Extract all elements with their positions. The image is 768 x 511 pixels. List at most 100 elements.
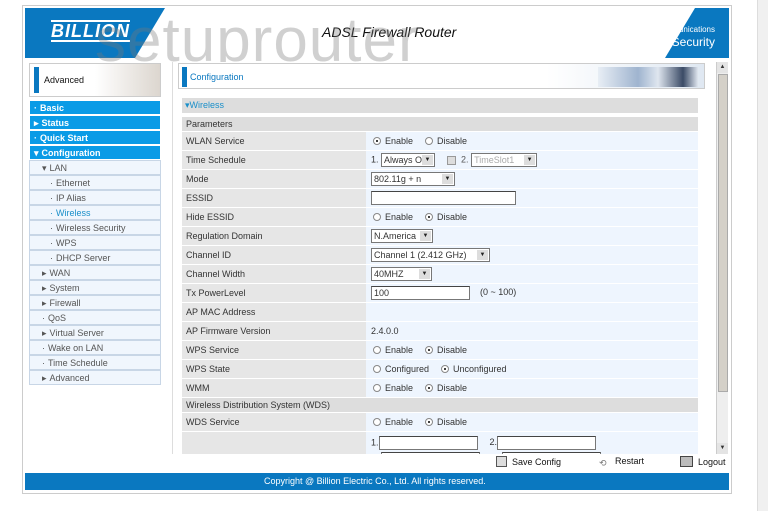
radio-disable[interactable]: Disable <box>423 345 467 355</box>
radio-icon[interactable] <box>425 137 434 145</box>
field-label: Channel Width <box>182 265 366 283</box>
sidebar-item-quick-start[interactable]: · Quick Start <box>29 130 161 145</box>
save-config-button[interactable]: Save Config <box>496 456 561 467</box>
dropdown[interactable]: 802.11g + n <box>371 172 455 186</box>
text-input[interactable] <box>502 452 601 454</box>
browser-scrollbar[interactable] <box>757 0 768 511</box>
field-value: Enable Disable <box>366 379 698 397</box>
content-scrollbar[interactable]: ▲ ▼ <box>716 62 728 454</box>
timeslot-checkbox[interactable] <box>447 155 457 165</box>
dropdown[interactable]: Always On <box>381 153 436 167</box>
nav-marker-icon: · <box>50 193 53 203</box>
field-value <box>366 303 698 321</box>
logout-door-icon <box>680 456 693 467</box>
sidebar-item-label: Wireless Security <box>56 223 126 233</box>
field-value: Configured Unconfigured <box>366 360 698 378</box>
sidebar-item-time-schedule[interactable]: · Time Schedule <box>29 355 161 370</box>
scroll-up-icon[interactable]: ▲ <box>717 62 728 73</box>
sidebar-item-label: WAN <box>49 268 71 278</box>
radio-icon[interactable] <box>441 365 450 373</box>
sidebar-item-configuration[interactable]: ▾ Configuration <box>29 145 161 160</box>
radio-disable[interactable]: Disable <box>423 417 467 427</box>
wireless-settings-table: Parameters WLAN Service Enable Disable Time … <box>182 116 698 454</box>
section-parameters: Parameters <box>182 117 698 131</box>
radio-enable[interactable]: Enable <box>371 383 413 393</box>
nav-marker-icon: · <box>34 133 37 143</box>
radio-icon[interactable] <box>373 365 381 373</box>
footer-copyright: Copyright @ Billion Electric Co., Ltd. A… <box>25 473 729 490</box>
radio-icon[interactable] <box>373 418 381 426</box>
sidebar-item-dhcp-server[interactable]: · DHCP Server <box>29 250 161 265</box>
radio-icon[interactable] <box>373 213 381 221</box>
sidebar-item-wan[interactable]: ▸ WAN <box>29 265 161 280</box>
radio-icon[interactable] <box>425 418 434 426</box>
radio-enable[interactable]: Enable <box>371 212 413 222</box>
row-wps-service: WPS Service Enable Disable <box>182 341 698 359</box>
sidebar-item-wake-on-lan[interactable]: · Wake on LAN <box>29 340 161 355</box>
radio-enable[interactable]: Enable <box>371 345 413 355</box>
radio-disable[interactable]: Disable <box>423 383 467 393</box>
scroll-down-icon[interactable]: ▼ <box>717 443 728 454</box>
radio-icon[interactable] <box>373 384 381 392</box>
radio-icon[interactable] <box>373 346 381 354</box>
field-label: AP Firmware Version <box>182 322 366 340</box>
row-peer-wds-mac-address: Peer WDS MAC address1.2. <box>182 432 698 454</box>
field-label: Peer WDS MAC address <box>182 432 366 454</box>
sidebar-item-label: Firewall <box>49 298 81 308</box>
text-input[interactable] <box>371 191 516 205</box>
nav-marker-icon: ▸ <box>42 283 47 293</box>
sidebar-item-label: Wake on LAN <box>48 343 104 353</box>
sidebar-item-qos[interactable]: · QoS <box>29 310 161 325</box>
radio-enable[interactable]: Enable <box>371 136 413 146</box>
sidebar-item-wireless-security[interactable]: · Wireless Security <box>29 220 161 235</box>
sidebar-item-ethernet[interactable]: · Ethernet <box>29 175 161 190</box>
nav-marker-icon: · <box>42 358 45 368</box>
row-time-schedule: Time Schedule1. Always On2. TimeSlot1 <box>182 151 698 169</box>
radio-configured[interactable]: Configured <box>371 364 429 374</box>
sidebar-item-label: DHCP Server <box>56 253 111 263</box>
row-ap-firmware-version: AP Firmware Version 2.4.0.0 <box>182 322 698 340</box>
product-title: ADSL Firewall Router <box>322 24 457 40</box>
sidebar-item-advanced[interactable]: ▸ Advanced <box>29 370 161 385</box>
sidebar-item-ip-alias[interactable]: · IP Alias <box>29 190 161 205</box>
nav-marker-icon: · <box>50 178 53 188</box>
radio-enable[interactable]: Enable <box>371 417 413 427</box>
sidebar-item-basic[interactable]: · Basic <box>29 100 161 115</box>
text-input[interactable] <box>381 452 480 454</box>
radio-unconfigured[interactable]: Unconfigured <box>439 364 507 374</box>
sidebar-item-lan[interactable]: ▾ LAN <box>29 160 161 175</box>
nav-marker-icon: · <box>50 253 53 263</box>
content-frame: Configuration ▾Wireless Parameters WLAN S… <box>172 62 717 454</box>
sidebar-item-virtual-server[interactable]: ▸ Virtual Server <box>29 325 161 340</box>
scroll-thumb[interactable] <box>718 74 728 392</box>
row-wmm: WMM Enable Disable <box>182 379 698 397</box>
radio-disable[interactable]: Disable <box>423 212 467 222</box>
sidebar-item-label: Advanced <box>49 373 90 383</box>
sidebar-item-wireless[interactable]: · Wireless <box>29 205 161 220</box>
restart-button[interactable]: ⟲ Restart <box>599 456 644 469</box>
logout-button[interactable]: Logout <box>680 456 726 467</box>
section-wireless[interactable]: ▾Wireless <box>182 98 698 113</box>
dropdown[interactable]: Channel 1 (2.412 GHz) <box>371 248 490 262</box>
radio-icon[interactable] <box>425 346 434 354</box>
radio-icon[interactable] <box>373 137 381 145</box>
value-text: 2.4.0.0 <box>371 326 399 336</box>
text-input[interactable] <box>378 436 478 450</box>
dropdown[interactable]: 40MHZ <box>371 267 432 281</box>
nav-marker-icon: · <box>50 208 53 218</box>
field-label: WPS State <box>182 360 366 378</box>
radio-icon[interactable] <box>425 384 434 392</box>
text-input[interactable]: 100 <box>371 286 470 300</box>
radio-icon[interactable] <box>425 213 434 221</box>
sidebar-item-system[interactable]: ▸ System <box>29 280 161 295</box>
sidebar-item-status[interactable]: ▸ Status <box>29 115 161 130</box>
sidebar-item-wps[interactable]: · WPS <box>29 235 161 250</box>
row-wds-service: WDS Service Enable Disable <box>182 413 698 431</box>
field-label: Mode <box>182 170 366 188</box>
dropdown[interactable]: N.America <box>371 229 433 243</box>
sidebar-item-firewall[interactable]: ▸ Firewall <box>29 295 161 310</box>
radio-disable[interactable]: Disable <box>423 136 467 146</box>
text-input[interactable] <box>497 436 597 450</box>
sidebar-item-label: Configuration <box>41 148 101 158</box>
sidebar-item-label: LAN <box>49 163 68 173</box>
